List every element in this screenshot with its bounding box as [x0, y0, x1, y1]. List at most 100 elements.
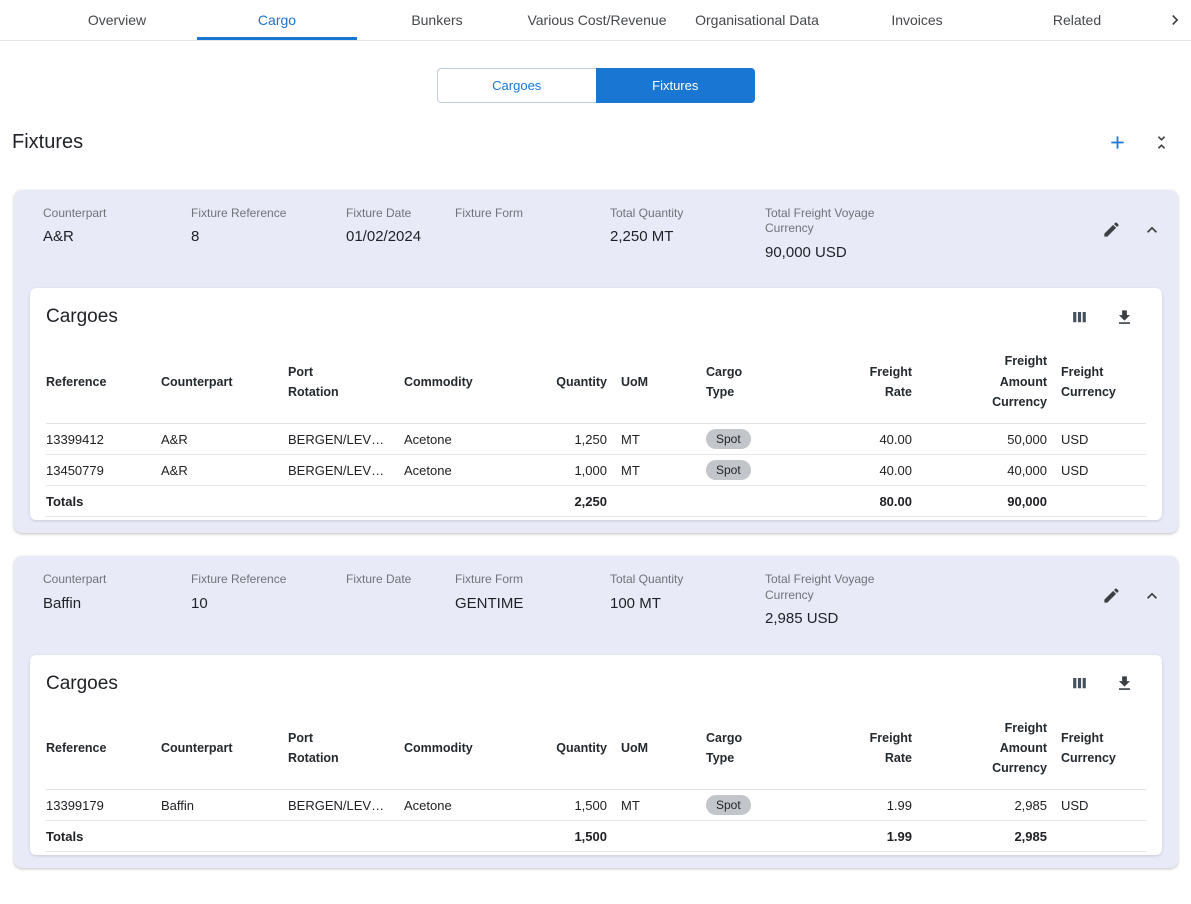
- download-button[interactable]: [1115, 308, 1134, 327]
- cell-cargo-type: Spot: [706, 424, 811, 455]
- col-freight-rate: Freight Rate: [811, 707, 926, 790]
- unfold-less-icon: [1152, 133, 1171, 152]
- field-label-fixture-reference: Fixture Reference: [191, 572, 346, 587]
- field-value-counterpart: Baffin: [43, 595, 191, 614]
- totals-freight-rate: 80.00: [811, 486, 926, 517]
- toggle-fixtures-button[interactable]: Fixtures: [596, 68, 755, 103]
- top-nav: Overview Cargo Bunkers Various Cost/Reve…: [0, 0, 1191, 41]
- col-reference: Reference: [46, 340, 161, 423]
- field-label-total-freight: Total Freight Voyage Currency: [765, 572, 887, 603]
- field-value-fixture-reference: 10: [191, 595, 346, 614]
- totals-quantity: 2,250: [529, 486, 621, 517]
- collapse-fixture-button[interactable]: [1142, 586, 1162, 606]
- field-value-total-quantity: 100 MT: [610, 595, 765, 614]
- page-header: Fixtures: [12, 131, 1171, 154]
- table-header-row: Reference Counterpart Port Rotation Comm…: [46, 707, 1146, 790]
- view-toggle: Cargoes Fixtures: [437, 68, 755, 103]
- cell-freight-rate: 40.00: [811, 455, 926, 486]
- field-label-fixture-reference: Fixture Reference: [191, 206, 346, 221]
- col-freight-amount-currency: Freight Amount Currency: [926, 707, 1061, 790]
- col-commodity: Commodity: [404, 340, 529, 423]
- cell-port-rotation: BERGEN/LEV…: [288, 424, 404, 455]
- add-fixture-button[interactable]: [1107, 132, 1128, 153]
- table-row: 13399179 Baffin BERGEN/LEV… Acetone 1,50…: [46, 790, 1146, 821]
- col-quantity: Quantity: [529, 340, 621, 423]
- download-button[interactable]: [1115, 674, 1134, 693]
- field-label-fixture-date: Fixture Date: [346, 572, 455, 587]
- tab-related[interactable]: Related: [997, 0, 1157, 40]
- col-cargo-type: Cargo Type: [706, 707, 811, 790]
- collapse-fixture-button[interactable]: [1142, 220, 1162, 240]
- field-label-total-quantity: Total Quantity: [610, 206, 765, 221]
- cell-counterpart: A&R: [161, 424, 288, 455]
- field-value-fixture-date: 01/02/2024: [346, 228, 455, 247]
- cell-quantity: 1,000: [529, 455, 621, 486]
- table-row: 13399412 A&R BERGEN/LEV… Acetone 1,250 M…: [46, 424, 1146, 455]
- field-label-fixture-form: Fixture Form: [455, 572, 610, 587]
- field-label-fixture-form: Fixture Form: [455, 206, 610, 221]
- cargoes-panel: Cargoes: [30, 655, 1162, 856]
- cell-freight-rate: 1.99: [811, 790, 926, 821]
- totals-freight-amount: 90,000: [926, 486, 1061, 517]
- col-freight-amount-currency: Freight Amount Currency: [926, 340, 1061, 423]
- fixture-summary: Counterpart A&R Fixture Reference 8 Fixt…: [30, 206, 1162, 288]
- totals-freight-amount: 2,985: [926, 821, 1061, 852]
- fixture-card: Counterpart A&R Fixture Reference 8 Fixt…: [14, 190, 1178, 533]
- tab-various-cost-revenue[interactable]: Various Cost/Revenue: [517, 0, 677, 40]
- page-title: Fixtures: [12, 131, 83, 154]
- edit-fixture-button[interactable]: [1102, 220, 1121, 239]
- totals-row: Totals 2,250 80.00 90,000: [46, 486, 1146, 517]
- cell-uom: MT: [621, 424, 706, 455]
- pencil-icon: [1102, 220, 1121, 239]
- cargoes-table: Reference Counterpart Port Rotation Comm…: [46, 340, 1146, 517]
- cell-freight-amount: 2,985: [926, 790, 1061, 821]
- edit-fixture-button[interactable]: [1102, 586, 1121, 605]
- cell-commodity: Acetone: [404, 790, 529, 821]
- tab-overview[interactable]: Overview: [37, 0, 197, 40]
- field-value-total-freight: 2,985 USD: [765, 610, 925, 629]
- chevron-up-icon: [1142, 586, 1162, 606]
- cell-freight-currency: USD: [1061, 455, 1146, 486]
- cell-cargo-type: Spot: [706, 790, 811, 821]
- tab-organisational-data[interactable]: Organisational Data: [677, 0, 837, 40]
- cell-counterpart: Baffin: [161, 790, 288, 821]
- cell-freight-currency: USD: [1061, 424, 1146, 455]
- cell-commodity: Acetone: [404, 424, 529, 455]
- cell-commodity: Acetone: [404, 455, 529, 486]
- cargoes-panel: Cargoes: [30, 288, 1162, 520]
- tab-cargo[interactable]: Cargo: [197, 0, 357, 40]
- field-label-counterpart: Counterpart: [43, 206, 191, 221]
- cargo-type-chip: Spot: [706, 795, 751, 815]
- cell-cargo-type: Spot: [706, 455, 811, 486]
- collapse-all-button[interactable]: [1152, 133, 1171, 152]
- tab-invoices[interactable]: Invoices: [837, 0, 997, 40]
- cargo-type-chip: Spot: [706, 460, 751, 480]
- cell-reference: 13399179: [46, 790, 161, 821]
- totals-quantity: 1,500: [529, 821, 621, 852]
- field-label-total-freight: Total Freight Voyage Currency: [765, 206, 887, 237]
- columns-button[interactable]: [1070, 674, 1089, 693]
- field-value-counterpart: A&R: [43, 228, 191, 247]
- field-value-total-quantity: 2,250 MT: [610, 228, 765, 247]
- table-header-row: Reference Counterpart Port Rotation Comm…: [46, 340, 1146, 423]
- field-label-counterpart: Counterpart: [43, 572, 191, 587]
- cell-reference: 13450779: [46, 455, 161, 486]
- totals-row: Totals 1,500 1.99 2,985: [46, 821, 1146, 852]
- view-column-icon: [1070, 308, 1089, 327]
- cargo-type-chip: Spot: [706, 429, 751, 449]
- col-uom: UoM: [621, 707, 706, 790]
- plus-icon: [1107, 132, 1128, 153]
- cell-quantity: 1,500: [529, 790, 621, 821]
- columns-button[interactable]: [1070, 308, 1089, 327]
- field-value-total-freight: 90,000 USD: [765, 244, 925, 263]
- col-uom: UoM: [621, 340, 706, 423]
- field-label-total-quantity: Total Quantity: [610, 572, 765, 587]
- cell-reference: 13399412: [46, 424, 161, 455]
- download-icon: [1115, 308, 1134, 327]
- totals-label: Totals: [46, 486, 161, 517]
- chevron-right-icon[interactable]: [1159, 0, 1191, 40]
- tab-bunkers[interactable]: Bunkers: [357, 0, 517, 40]
- col-counterpart: Counterpart: [161, 707, 288, 790]
- cell-freight-amount: 50,000: [926, 424, 1061, 455]
- toggle-cargoes-button[interactable]: Cargoes: [437, 68, 597, 103]
